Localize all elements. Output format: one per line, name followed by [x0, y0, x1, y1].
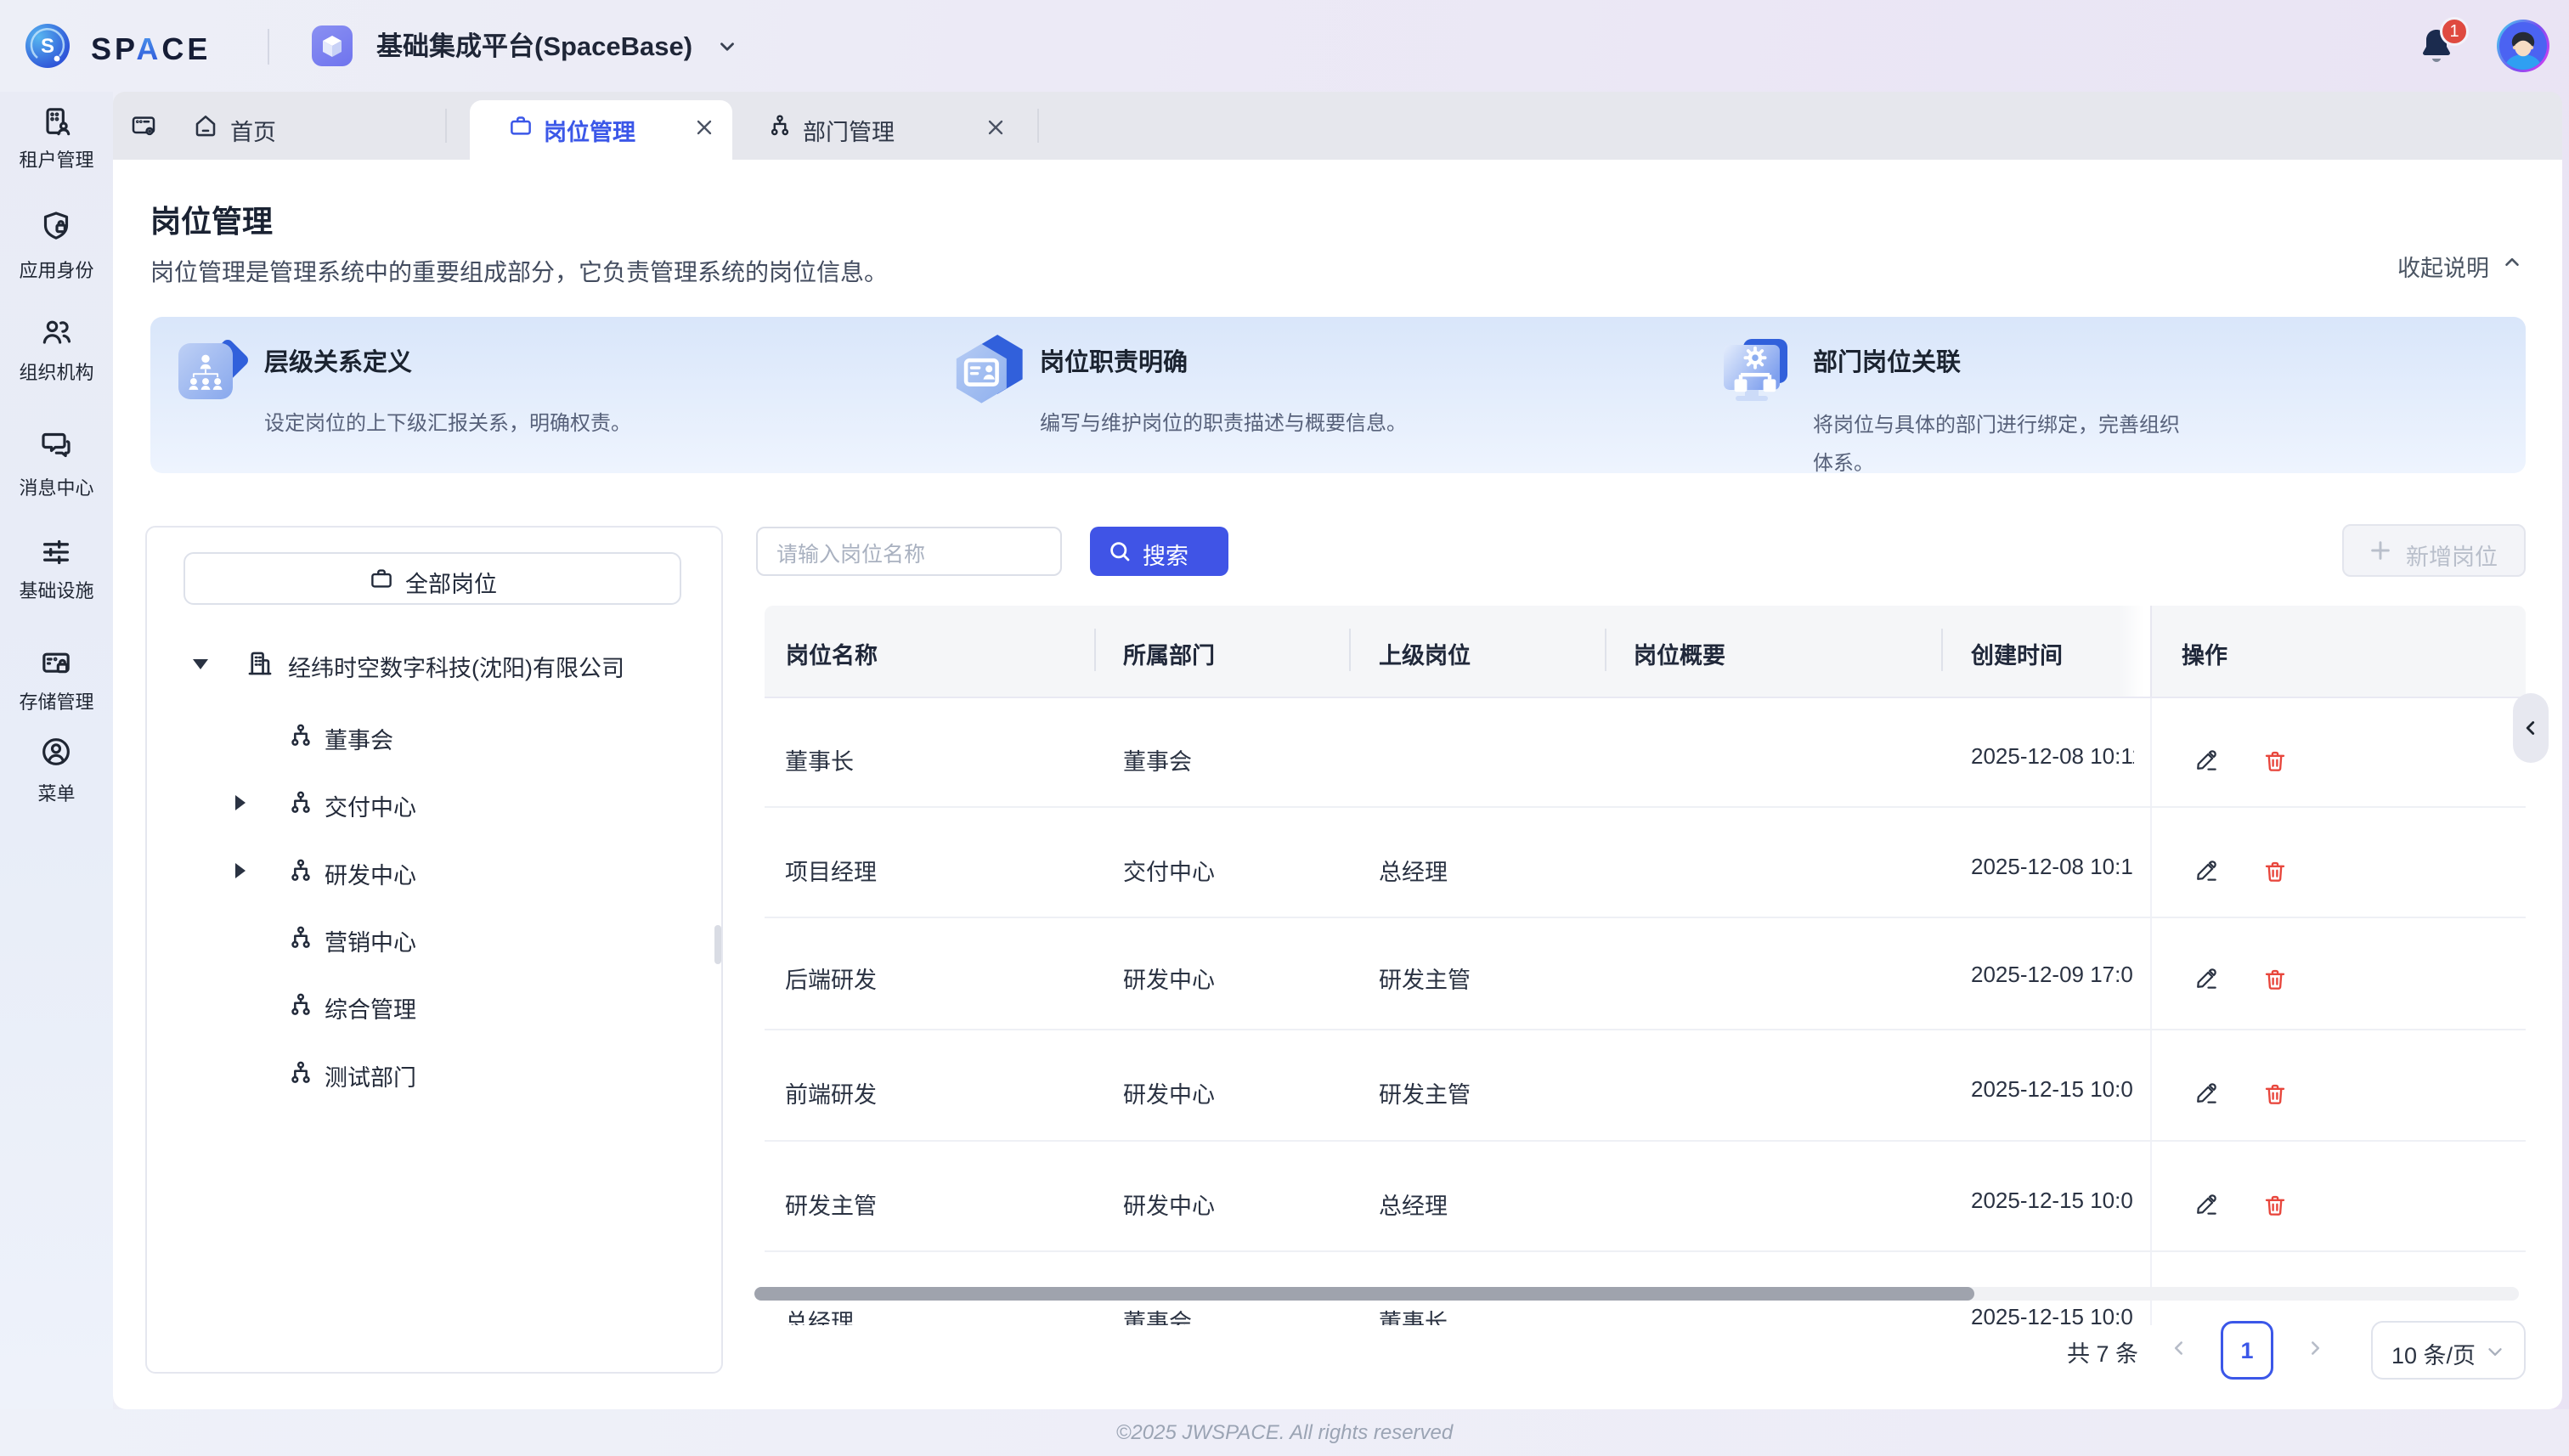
svg-text:S: S: [41, 35, 54, 58]
